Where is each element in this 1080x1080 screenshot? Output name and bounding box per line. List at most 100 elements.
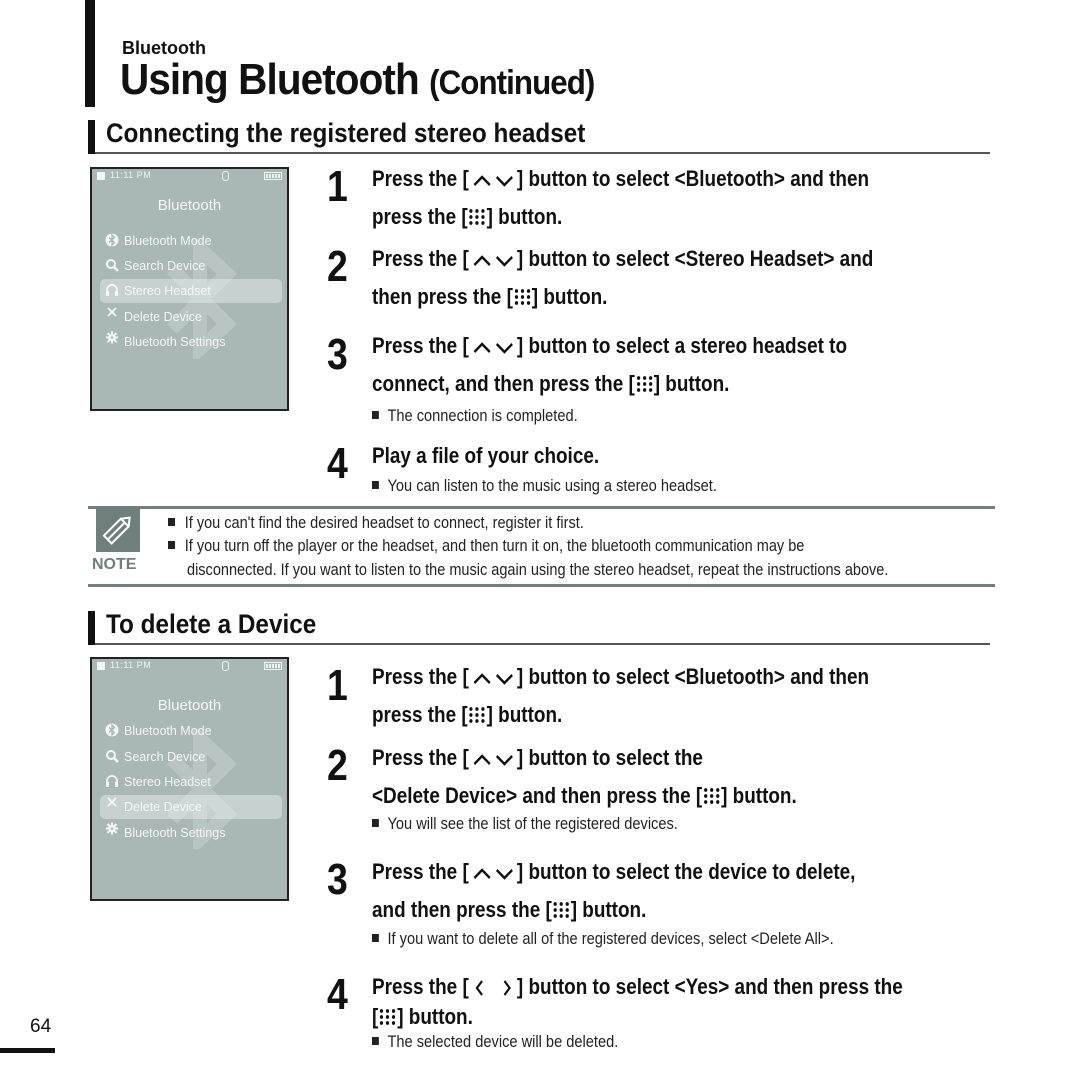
section-heading-connect: Connecting the registered stereo headset: [88, 118, 990, 154]
note-line: disconnected. If you want to listen to t…: [187, 562, 888, 579]
hold-indicator-icon: [97, 172, 105, 180]
step-text: Press the [: [372, 664, 469, 689]
search-icon: [104, 745, 120, 769]
menu-item-search-device[interactable]: Search Device: [100, 254, 282, 278]
step-number: 3: [327, 330, 348, 379]
step-instruction: <Delete Device> and then press the [ ] bu…: [372, 785, 797, 807]
step-note: The selected device will be deleted.: [372, 1033, 618, 1050]
up-down-button-icon: [469, 861, 517, 883]
note-label: NOTE: [92, 556, 137, 573]
menu-button-icon: [703, 788, 720, 804]
step-text: Press the [: [372, 745, 469, 770]
step-instruction: [] button.: [372, 1006, 473, 1028]
step-instruction: Press the [ ] button to select a stereo h…: [372, 335, 847, 357]
step-note-text: The connection is completed.: [387, 406, 578, 425]
step-text: ] button to select <Bluetooth> and then: [516, 664, 870, 689]
gear-icon: [104, 330, 120, 354]
headphones-icon: [104, 279, 120, 303]
step-text: Press the [: [372, 246, 469, 271]
step-text: ] button.: [721, 783, 797, 808]
menu-item-label: Stereo Headset: [124, 775, 211, 789]
status-bar: 11:11 PM: [92, 659, 287, 673]
step-text: <Delete Device> and then press the [: [372, 783, 703, 808]
step-note-text: You will see the list of the registered …: [387, 814, 678, 833]
close-icon: [104, 305, 120, 329]
hold-indicator-icon: [97, 662, 105, 670]
bluetooth-icon: [104, 719, 120, 743]
step-number: 3: [327, 855, 348, 904]
up-down-button-icon: [469, 747, 517, 769]
menu-item-delete-device[interactable]: Delete Device: [100, 305, 282, 329]
status-time: 11:11 PM: [110, 660, 152, 670]
up-down-button-icon: [469, 248, 517, 270]
up-down-button-icon: [469, 666, 517, 688]
step-instruction: Press the [] button to select the: [372, 747, 703, 769]
menu-item-bluetooth-mode[interactable]: Bluetooth Mode: [100, 719, 282, 743]
device-screen-delete: 11:11 PM Bluetooth Bluetooth Mode Search D…: [90, 657, 289, 901]
menu-item-search-device[interactable]: Search Device: [100, 745, 282, 769]
step-text: and then press the [: [372, 897, 552, 922]
menu-item-bluetooth-settings[interactable]: Bluetooth Settings: [100, 330, 282, 354]
menu-item-delete-device[interactable]: Delete Device: [100, 795, 282, 819]
step-text: ] button to select a stereo headset to: [516, 333, 848, 358]
menu-item-stereo-headset[interactable]: Stereo Headset: [100, 770, 282, 794]
step-text: ] button.: [531, 284, 608, 309]
device-screen-connect: 11:11 PM Bluetooth Bluetooth Mode Search D…: [90, 167, 289, 411]
menu-item-bluetooth-settings[interactable]: Bluetooth Settings: [100, 821, 282, 845]
status-bar: 11:11 PM: [92, 169, 287, 183]
step-text: connect, and then press the [: [372, 371, 635, 396]
step-text: ] button to select the device to delete,: [516, 859, 856, 884]
menu-item-bluetooth-mode[interactable]: Bluetooth Mode: [100, 229, 282, 253]
bluetooth-status-icon: [222, 171, 229, 181]
heading-bar: [88, 611, 95, 645]
gear-icon: [104, 821, 120, 845]
step-number: 4: [327, 970, 348, 1019]
bullet-icon: [168, 541, 176, 549]
step-note-text: You can listen to the music using a ster…: [387, 476, 717, 495]
bullet-icon: [372, 934, 379, 942]
step-note: If you want to delete all of the registe…: [372, 930, 834, 947]
battery-icon: [264, 662, 282, 670]
step-instruction: connect, and then press the [] button.: [372, 373, 729, 395]
note-line: If you can't find the desired headset to…: [168, 515, 584, 532]
menu-button-icon: [380, 1009, 396, 1025]
menu-item-label: Delete Device: [124, 800, 202, 814]
step-note: You can listen to the music using a ster…: [372, 477, 717, 494]
menu-button-icon: [636, 376, 652, 392]
note-text: If you can't find the desired headset to…: [184, 514, 584, 532]
note-divider-top: [88, 506, 995, 509]
bullet-icon: [372, 481, 379, 489]
bullet-icon: [372, 411, 379, 419]
search-icon: [104, 254, 120, 278]
step-text: ] button to select <Yes> and then press …: [516, 974, 903, 999]
menu-item-label: Search Device: [124, 259, 206, 273]
step-instruction: Press the [] button to select the device…: [372, 861, 855, 883]
bluetooth-icon: [104, 229, 120, 253]
step-note: The connection is completed.: [372, 407, 578, 424]
step-text: ] button.: [486, 702, 563, 727]
headphones-icon: [104, 770, 120, 794]
bullet-icon: [372, 1037, 379, 1045]
step-text: press the [: [372, 702, 468, 727]
bullet-icon: [372, 819, 379, 827]
menu-item-label: Bluetooth Mode: [124, 234, 212, 248]
section-heading-text: Connecting the registered stereo headset: [106, 118, 586, 148]
step-text: ] button to select <Bluetooth> and then: [516, 166, 870, 191]
header-bar: [85, 0, 95, 107]
bullet-icon: [168, 518, 176, 526]
step-number: 1: [327, 661, 348, 710]
page-title-suffix: (Continued): [429, 64, 595, 102]
step-text: Press the [: [372, 166, 469, 191]
step-text: ] button.: [570, 897, 647, 922]
menu-button-icon: [514, 289, 530, 305]
battery-icon: [264, 172, 282, 180]
note-text: disconnected. If you want to listen to t…: [187, 561, 889, 579]
step-instruction: Play a file of your choice.: [372, 445, 599, 467]
step-text: ] button to select <Stereo Headset> and: [516, 246, 874, 271]
step-instruction: Press the [ ] button to select <Stereo He…: [372, 248, 873, 270]
note-text: If you turn off the player or the headse…: [184, 537, 805, 555]
step-number: 4: [327, 439, 348, 488]
step-instruction: Press the [ ] button to select <Bluetooth…: [372, 168, 869, 190]
step-text: Press the [: [372, 333, 469, 358]
menu-item-stereo-headset[interactable]: Stereo Headset: [100, 279, 282, 303]
